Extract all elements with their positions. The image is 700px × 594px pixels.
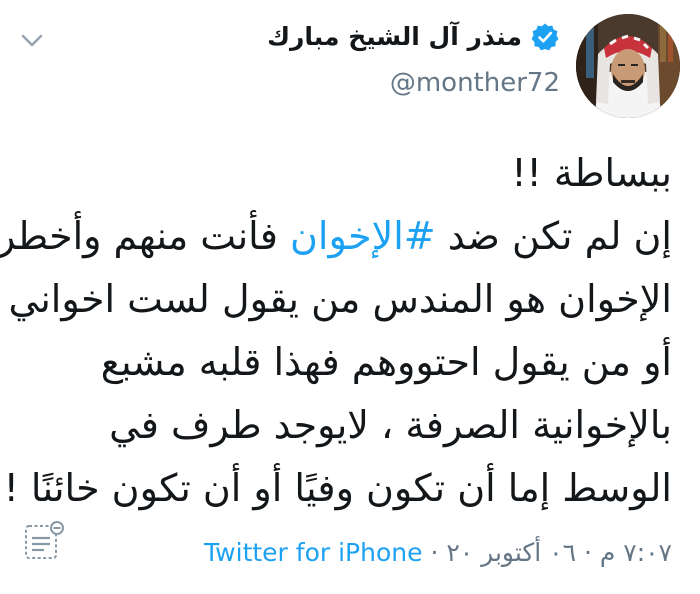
- avatar[interactable]: [576, 14, 680, 118]
- name-row: منذر آل الشيخ مبارك: [267, 20, 560, 54]
- tweet-line-2-prefix: إن لم تكن ضد: [435, 214, 672, 258]
- tweet-line-3: الإخوان هو المندس من يقول لست اخواني: [8, 277, 672, 321]
- tweet-line-6: الوسط إما أن تكون وفيًا أو أن تكون خائنً…: [0, 466, 672, 510]
- source-link[interactable]: Twitter for iPhone: [204, 538, 422, 567]
- user-handle[interactable]: @monther72: [267, 68, 560, 98]
- thread-view-icon[interactable]: [22, 520, 70, 564]
- display-name[interactable]: منذر آل الشيخ مبارك: [267, 20, 522, 54]
- tweet-line-5: بالإخوانية الصرفة ، لايوجد طرف في: [109, 403, 672, 447]
- author-block[interactable]: منذر آل الشيخ مبارك @monther72: [267, 20, 560, 98]
- chevron-down-icon[interactable]: [18, 26, 46, 54]
- timestamp[interactable]: ٧:٠٧ م · ٠٦ أكتوبر ٢٠ ·: [423, 538, 672, 567]
- verified-badge-icon: [530, 22, 560, 52]
- tweet-text: ببساطة !! إن لم تكن ضد #الإخوان فأنت منه…: [0, 142, 672, 520]
- tweet-line-2-suffix: فأنت منهم وأخطر: [0, 214, 290, 258]
- tweet-line-2: إن لم تكن ضد #الإخوان فأنت منهم وأخطر: [0, 205, 672, 268]
- tweet-line-1: ببساطة !!: [511, 151, 672, 195]
- tweet-meta: ٧:٠٧ م · ٠٦ أكتوبر ٢٠ · Twitter for iPho…: [204, 538, 672, 567]
- tweet-card: منذر آل الشيخ مبارك @monther72 ببساطة !!…: [0, 0, 700, 594]
- tweet-line-4: أو من يقول احتووهم فهذا قلبه مشبع: [100, 340, 672, 384]
- hashtag-link[interactable]: #الإخوان: [290, 214, 436, 258]
